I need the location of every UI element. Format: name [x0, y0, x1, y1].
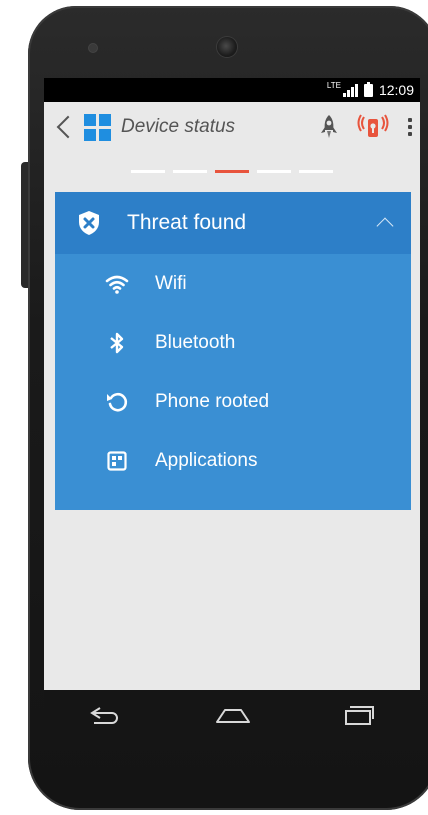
- battery-icon: [363, 81, 373, 97]
- home-nav-icon[interactable]: [213, 704, 253, 726]
- threat-card-header[interactable]: Threat found: [55, 192, 411, 254]
- page-dot[interactable]: [173, 170, 207, 173]
- action-bar: Device status: [44, 102, 420, 152]
- recents-nav-icon[interactable]: [342, 704, 376, 726]
- apps-icon: [107, 450, 127, 471]
- back-icon[interactable]: [56, 115, 80, 139]
- item-label: Wifi: [155, 272, 187, 294]
- proximity-sensor: [89, 44, 97, 52]
- list-item-wifi[interactable]: Wifi: [55, 254, 411, 313]
- signal-icon: [342, 83, 358, 97]
- page-dot-active[interactable]: [215, 170, 249, 173]
- back-nav-icon[interactable]: [88, 704, 124, 726]
- page-dot[interactable]: [257, 170, 291, 173]
- page-indicator: [44, 170, 420, 173]
- status-bar: LTE 12:09: [44, 78, 420, 102]
- phone-screen: LTE 12:09 Device status Threat found Wif…: [44, 78, 420, 690]
- shield-x-icon: [79, 211, 99, 235]
- overflow-menu-icon[interactable]: [408, 118, 412, 136]
- chevron-up-icon[interactable]: [376, 217, 394, 235]
- earpiece-speaker: [217, 37, 237, 57]
- status-time: 12:09: [378, 82, 414, 98]
- list-item-bluetooth[interactable]: Bluetooth: [55, 313, 411, 372]
- page-dot[interactable]: [131, 170, 165, 173]
- page-dot[interactable]: [299, 170, 333, 173]
- network-type: LTE: [326, 80, 341, 90]
- list-item-phone-rooted[interactable]: Phone rooted: [55, 372, 411, 431]
- item-label: Applications: [155, 449, 258, 471]
- list-item-applications[interactable]: Applications: [55, 431, 411, 490]
- threat-title: Threat found: [127, 211, 247, 234]
- threat-card: Threat found Wifi Bluetooth Phone rooted…: [55, 192, 411, 510]
- item-label: Phone rooted: [155, 390, 270, 412]
- bluetooth-icon: [110, 332, 124, 353]
- navigation-bar: [44, 690, 420, 740]
- rotate-icon: [107, 392, 128, 411]
- phone-alarm-icon[interactable]: [356, 113, 390, 141]
- rocket-icon[interactable]: [320, 114, 338, 140]
- app-logo-icon: [84, 113, 111, 141]
- wifi-icon: [105, 275, 129, 294]
- page-title: Device status: [121, 116, 236, 137]
- item-label: Bluetooth: [155, 331, 236, 353]
